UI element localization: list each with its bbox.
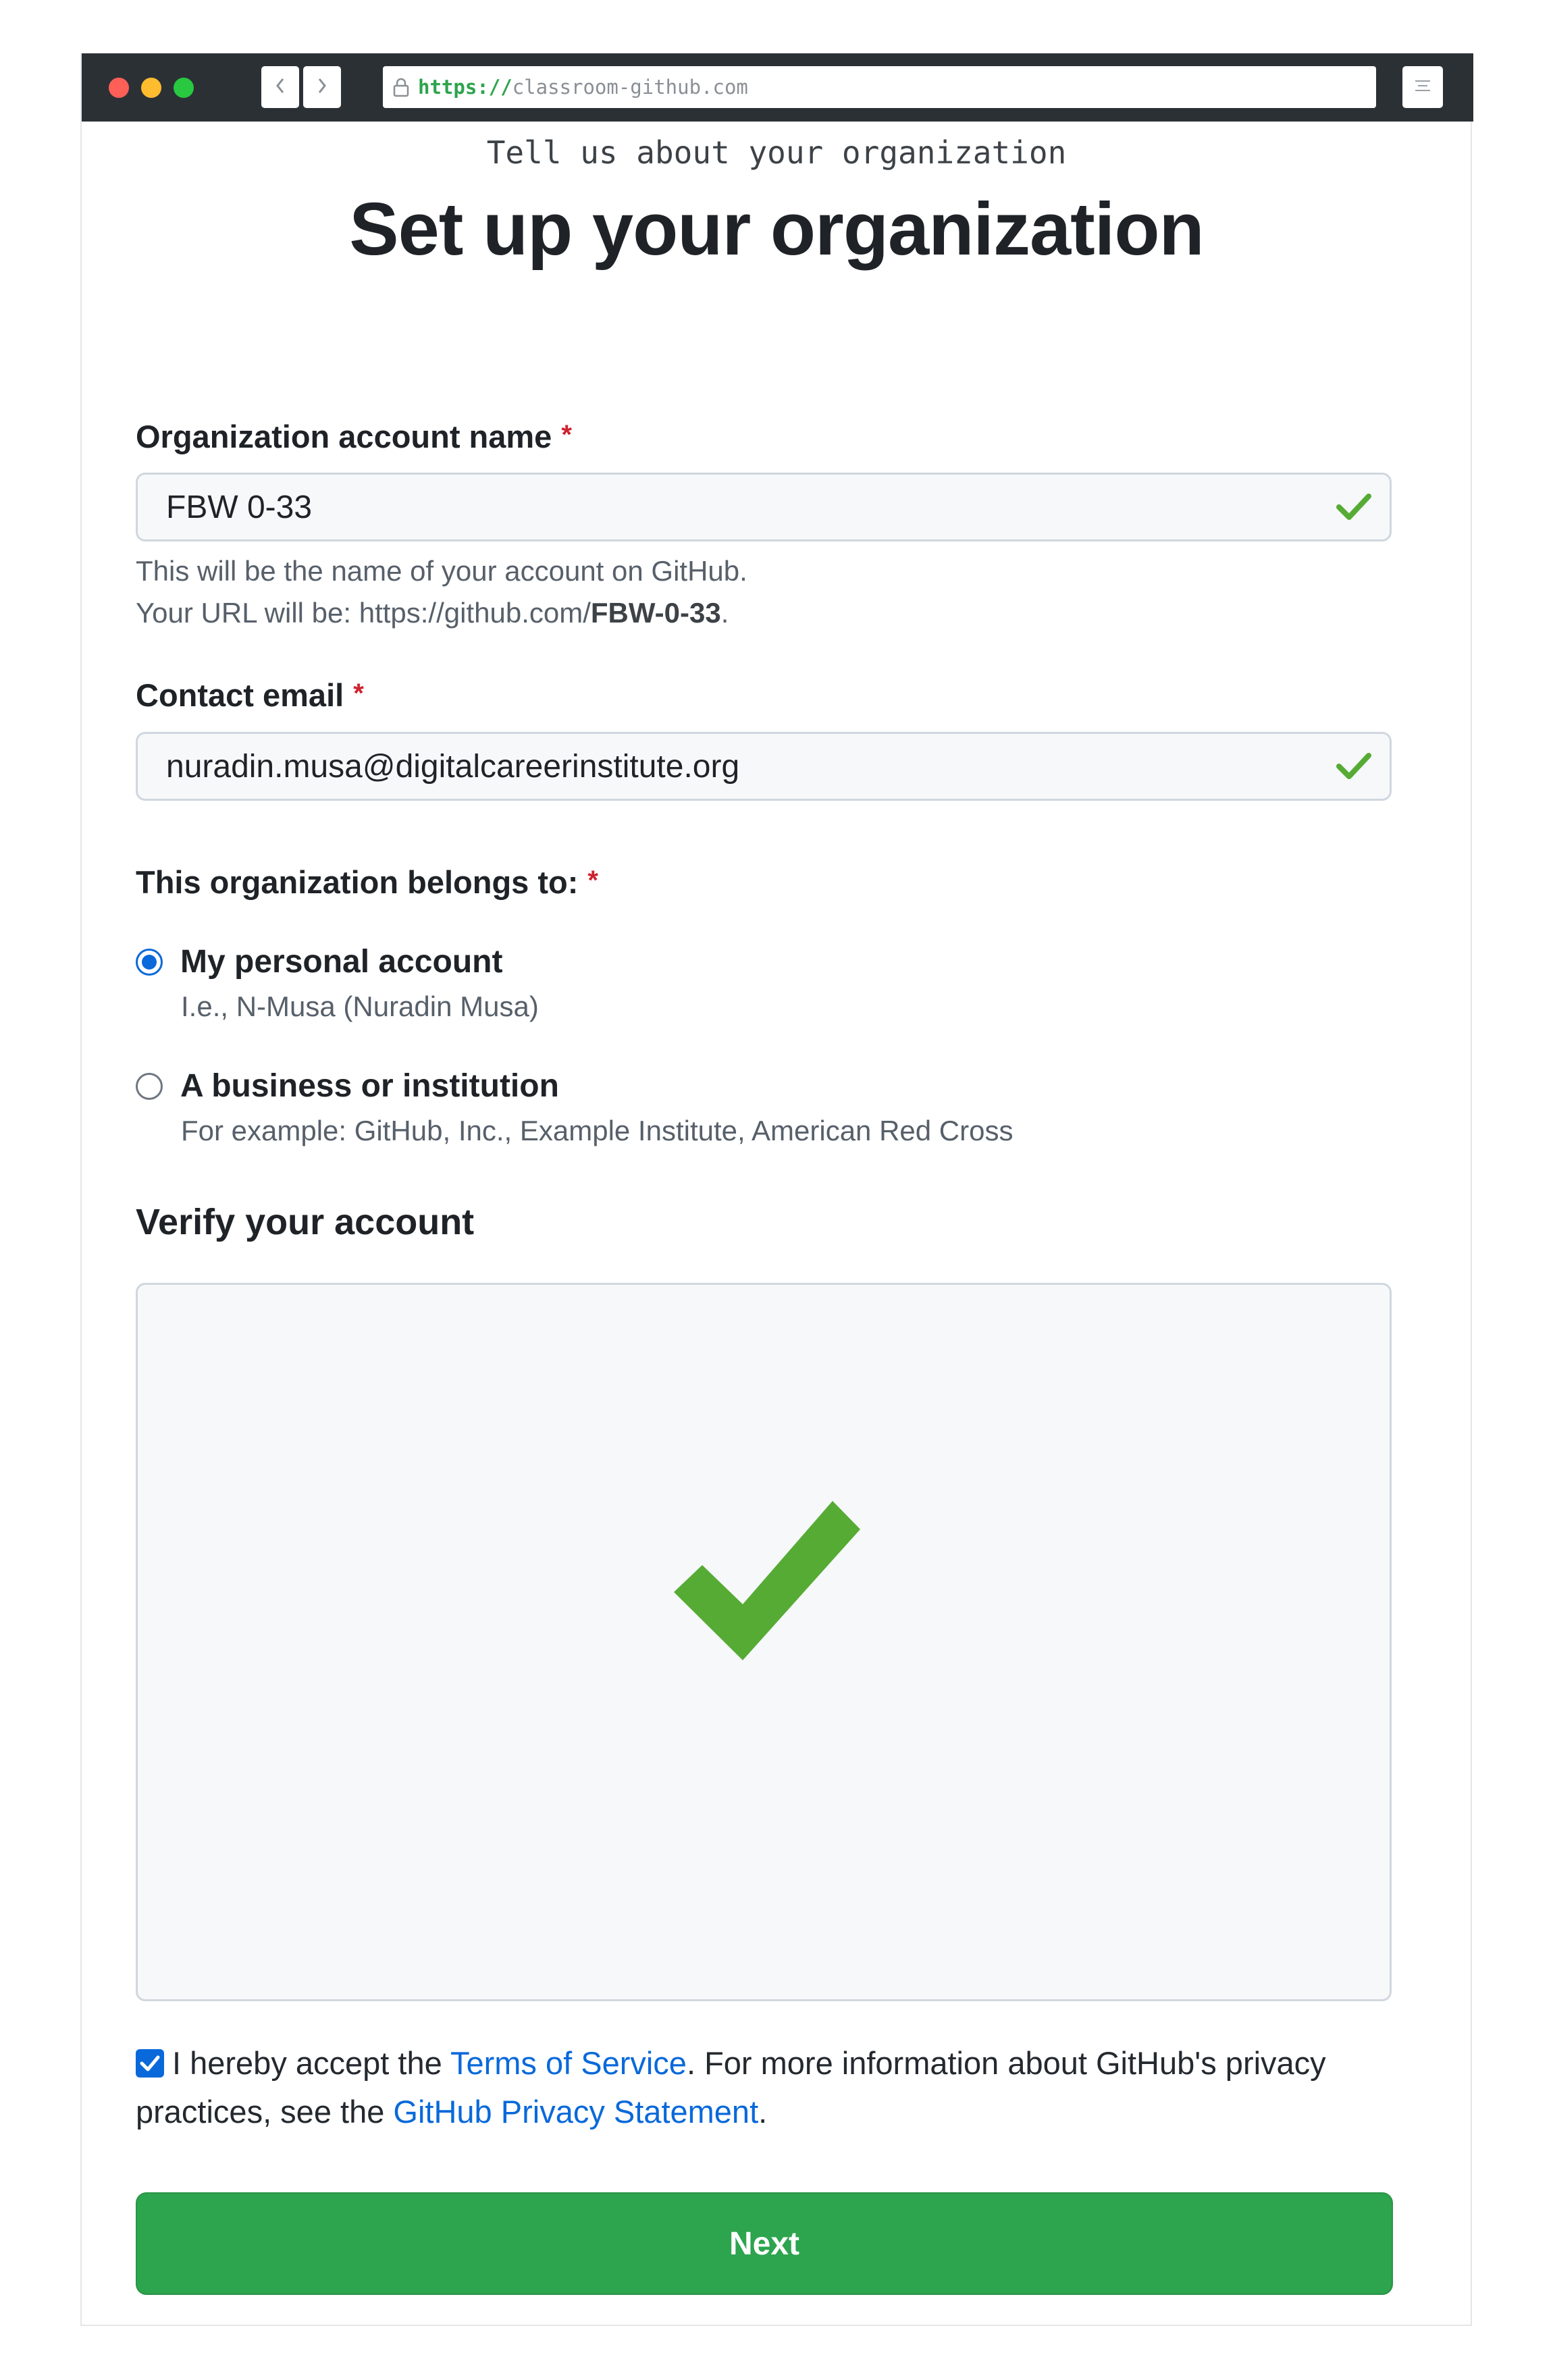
lock-icon xyxy=(392,77,410,97)
required-mark: * xyxy=(561,420,572,450)
radio-business-institution[interactable]: A business or institution xyxy=(136,1067,559,1105)
org-name-hint: This will be the name of your account on… xyxy=(136,550,747,634)
radio-business-description: For example: GitHub, Inc., Example Insti… xyxy=(181,1115,1014,1146)
checkmark-icon xyxy=(1336,750,1372,791)
maximize-window-dot[interactable] xyxy=(174,78,194,98)
verify-title: Verify your account xyxy=(136,1202,475,1242)
verify-captcha-frame[interactable] xyxy=(136,1283,1392,2001)
radio-button-selected[interactable] xyxy=(136,948,163,976)
required-mark: * xyxy=(353,679,364,708)
org-name-label: Organization account name * xyxy=(136,415,572,457)
radio-business-label: A business or institution xyxy=(180,1068,559,1104)
terms-of-service-link[interactable]: Terms of Service xyxy=(450,2045,687,2081)
minimize-window-dot[interactable] xyxy=(141,78,161,98)
belongs-to-label: This organization belongs to: * xyxy=(136,860,598,903)
forward-chevron-icon xyxy=(316,76,328,99)
back-chevron-icon xyxy=(274,76,286,99)
email-value: nuradin.musa@digitalcareerinstitute.org xyxy=(166,748,740,785)
url-hint-suffix: . xyxy=(720,597,729,629)
terms-text-after: . xyxy=(758,2094,768,2130)
radio-personal-description: I.e., N-Musa (Nuradin Musa) xyxy=(181,990,539,1022)
page-title: Set up your organization xyxy=(349,188,1205,271)
radio-personal-label: My personal account xyxy=(180,944,503,980)
url-hint-slug: FBW-0-33 xyxy=(590,597,721,629)
terms-acceptance: I hereby accept the Terms of Service. Fo… xyxy=(136,2039,1392,2136)
url-host: classroom-github.com xyxy=(512,76,748,99)
close-window-dot[interactable] xyxy=(109,78,129,98)
forward-button[interactable] xyxy=(303,66,341,108)
privacy-statement-link[interactable]: GitHub Privacy Statement xyxy=(393,2094,758,2130)
org-name-hint-line1: This will be the name of your account on… xyxy=(136,555,747,587)
email-label-text: Contact email xyxy=(136,677,344,713)
browser-menu-button[interactable] xyxy=(1402,66,1443,108)
email-label: Contact email * xyxy=(136,673,364,716)
terms-text-before: I hereby accept the xyxy=(172,2045,450,2081)
verified-checkmark-icon xyxy=(674,1501,863,1666)
checkmark-icon xyxy=(1336,491,1372,531)
org-name-label-text: Organization account name xyxy=(136,419,552,454)
org-name-input[interactable]: FBW 0-33 xyxy=(136,473,1392,541)
radio-button-unselected[interactable] xyxy=(136,1072,163,1100)
org-name-value: FBW 0-33 xyxy=(166,489,313,525)
org-name-url-hint: Your URL will be: https://github.com/FBW… xyxy=(136,592,747,634)
required-mark: * xyxy=(587,866,598,895)
menu-lines-icon xyxy=(1413,78,1433,97)
terms-checkbox[interactable] xyxy=(136,2049,164,2078)
radio-personal-account[interactable]: My personal account xyxy=(136,943,502,980)
url-hint-prefix: Your URL will be: https://github.com/ xyxy=(136,597,591,629)
url-scheme: https:// xyxy=(418,76,512,99)
back-button[interactable] xyxy=(261,66,299,108)
address-bar[interactable]: https://classroom-github.com xyxy=(383,66,1376,108)
next-button[interactable]: Next xyxy=(136,2192,1393,2295)
email-field[interactable]: nuradin.musa@digitalcareerinstitute.org xyxy=(136,732,1392,801)
page-subtitle: Tell us about your organization xyxy=(486,134,1067,171)
belongs-to-label-text: This organization belongs to: xyxy=(136,864,579,900)
